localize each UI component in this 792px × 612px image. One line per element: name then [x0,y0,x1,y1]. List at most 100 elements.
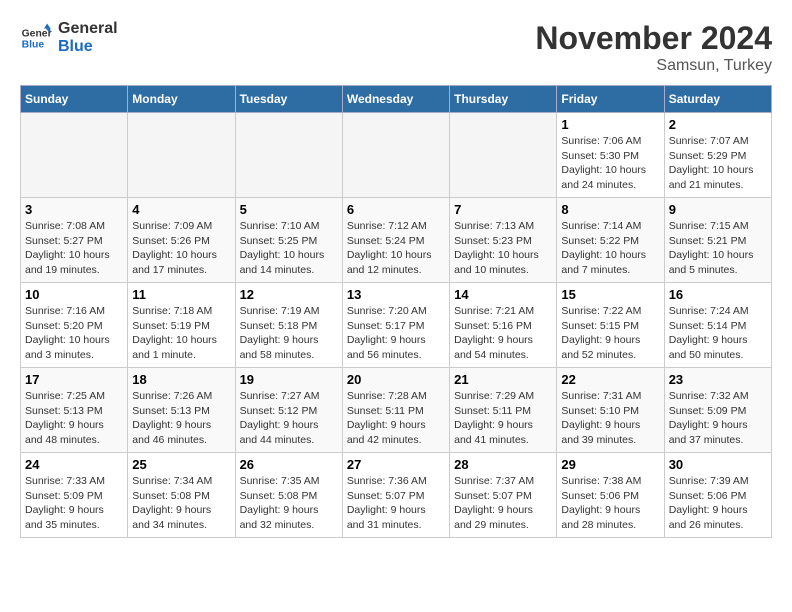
calendar-cell: 4Sunrise: 7:09 AMSunset: 5:26 PMDaylight… [128,198,235,283]
calendar-cell: 12Sunrise: 7:19 AMSunset: 5:18 PMDayligh… [235,283,342,368]
calendar-cell: 7Sunrise: 7:13 AMSunset: 5:23 PMDaylight… [450,198,557,283]
day-number: 18 [132,372,230,387]
day-info: Sunrise: 7:35 AMSunset: 5:08 PMDaylight:… [240,474,338,533]
calendar-cell [450,113,557,198]
day-info: Sunrise: 7:10 AMSunset: 5:25 PMDaylight:… [240,219,338,278]
header: General Blue General Blue November 2024 … [20,20,772,75]
calendar-cell: 1Sunrise: 7:06 AMSunset: 5:30 PMDaylight… [557,113,664,198]
day-number: 19 [240,372,338,387]
calendar-cell: 16Sunrise: 7:24 AMSunset: 5:14 PMDayligh… [664,283,771,368]
day-number: 4 [132,202,230,217]
day-info: Sunrise: 7:15 AMSunset: 5:21 PMDaylight:… [669,219,767,278]
day-info: Sunrise: 7:29 AMSunset: 5:11 PMDaylight:… [454,389,552,448]
calendar-cell: 2 Sunrise: 7:07 AMSunset: 5:29 PMDaylight… [664,113,771,198]
day-info: Sunrise: 7:25 AMSunset: 5:13 PMDaylight:… [25,389,123,448]
location-title: Samsun, Turkey [535,57,772,75]
day-number: 12 [240,287,338,302]
calendar-cell: 23Sunrise: 7:32 AMSunset: 5:09 PMDayligh… [664,368,771,453]
calendar-cell: 19 Sunrise: 7:27 AMSunset: 5:12 PMDayligh… [235,368,342,453]
day-number: 15 [561,287,659,302]
day-number: 27 [347,457,445,472]
day-number: 17 [25,372,123,387]
weekday-row: SundayMondayTuesdayWednesdayThursdayFrid… [21,86,772,113]
day-info: Sunrise: 7:21 AMSunset: 5:16 PMDaylight:… [454,304,552,363]
weekday-header-saturday: Saturday [664,86,771,113]
day-info: Sunrise: 7:27 AMSunset: 5:12 PMDaylight:… [240,389,338,448]
day-info: Sunrise: 7:20 AMSunset: 5:17 PMDaylight:… [347,304,445,363]
day-info: Sunrise: 7:26 AMSunset: 5:13 PMDaylight:… [132,389,230,448]
day-info: Sunrise: 7:37 AMSunset: 5:07 PMDaylight:… [454,474,552,533]
day-number: 8 [561,202,659,217]
day-info: Sunrise: 7:36 AMSunset: 5:07 PMDaylight:… [347,474,445,533]
calendar-cell [342,113,449,198]
day-number: 11 [132,287,230,302]
day-number: 10 [25,287,123,302]
day-number: 6 [347,202,445,217]
calendar-cell: 8 Sunrise: 7:14 AMSunset: 5:22 PMDaylight… [557,198,664,283]
calendar-cell: 15 Sunrise: 7:22 AMSunset: 5:15 PMDayligh… [557,283,664,368]
day-info: Sunrise: 7:13 AMSunset: 5:23 PMDaylight:… [454,219,552,278]
calendar-cell [128,113,235,198]
day-number: 30 [669,457,767,472]
day-number: 24 [25,457,123,472]
day-info: Sunrise: 7:32 AMSunset: 5:09 PMDaylight:… [669,389,767,448]
logo-blue: Blue [58,38,118,56]
day-info: Sunrise: 7:07 AMSunset: 5:29 PMDaylight:… [669,134,767,193]
day-number: 21 [454,372,552,387]
day-info: Sunrise: 7:38 AMSunset: 5:06 PMDaylight:… [561,474,659,533]
title-area: November 2024 Samsun, Turkey [535,20,772,75]
weekday-header-tuesday: Tuesday [235,86,342,113]
calendar-cell: 9 Sunrise: 7:15 AMSunset: 5:21 PMDaylight… [664,198,771,283]
calendar-cell: 3Sunrise: 7:08 AMSunset: 5:27 PMDaylight… [21,198,128,283]
day-info: Sunrise: 7:22 AMSunset: 5:15 PMDaylight:… [561,304,659,363]
calendar-cell: 5 Sunrise: 7:10 AMSunset: 5:25 PMDaylight… [235,198,342,283]
day-number: 2 [669,117,767,132]
day-number: 13 [347,287,445,302]
day-number: 5 [240,202,338,217]
week-row-5: 24 Sunrise: 7:33 AMSunset: 5:09 PMDayligh… [21,453,772,538]
day-info: Sunrise: 7:31 AMSunset: 5:10 PMDaylight:… [561,389,659,448]
calendar-cell [21,113,128,198]
day-info: Sunrise: 7:39 AMSunset: 5:06 PMDaylight:… [669,474,767,533]
calendar-cell: 24 Sunrise: 7:33 AMSunset: 5:09 PMDayligh… [21,453,128,538]
calendar-cell: 21 Sunrise: 7:29 AMSunset: 5:11 PMDayligh… [450,368,557,453]
day-number: 9 [669,202,767,217]
calendar-cell [235,113,342,198]
calendar-cell: 10 Sunrise: 7:16 AMSunset: 5:20 PMDayligh… [21,283,128,368]
day-number: 28 [454,457,552,472]
logo-icon: General Blue [20,22,52,54]
day-number: 26 [240,457,338,472]
day-info: Sunrise: 7:34 AMSunset: 5:08 PMDaylight:… [132,474,230,533]
calendar-cell: 17 Sunrise: 7:25 AMSunset: 5:13 PMDayligh… [21,368,128,453]
day-info: Sunrise: 7:24 AMSunset: 5:14 PMDaylight:… [669,304,767,363]
calendar-cell: 22Sunrise: 7:31 AMSunset: 5:10 PMDayligh… [557,368,664,453]
month-title: November 2024 [535,20,772,57]
week-row-1: 1Sunrise: 7:06 AMSunset: 5:30 PMDaylight… [21,113,772,198]
calendar-cell: 30 Sunrise: 7:39 AMSunset: 5:06 PMDayligh… [664,453,771,538]
day-info: Sunrise: 7:18 AMSunset: 5:19 PMDaylight:… [132,304,230,363]
calendar-cell: 28 Sunrise: 7:37 AMSunset: 5:07 PMDayligh… [450,453,557,538]
calendar-cell: 18 Sunrise: 7:26 AMSunset: 5:13 PMDayligh… [128,368,235,453]
day-info: Sunrise: 7:12 AMSunset: 5:24 PMDaylight:… [347,219,445,278]
day-number: 29 [561,457,659,472]
week-row-3: 10 Sunrise: 7:16 AMSunset: 5:20 PMDayligh… [21,283,772,368]
calendar-header: SundayMondayTuesdayWednesdayThursdayFrid… [21,86,772,113]
day-info: Sunrise: 7:14 AMSunset: 5:22 PMDaylight:… [561,219,659,278]
day-info: Sunrise: 7:16 AMSunset: 5:20 PMDaylight:… [25,304,123,363]
calendar-table: SundayMondayTuesdayWednesdayThursdayFrid… [20,85,772,538]
day-number: 14 [454,287,552,302]
calendar-cell: 26 Sunrise: 7:35 AMSunset: 5:08 PMDayligh… [235,453,342,538]
day-info: Sunrise: 7:33 AMSunset: 5:09 PMDaylight:… [25,474,123,533]
weekday-header-thursday: Thursday [450,86,557,113]
day-number: 20 [347,372,445,387]
day-info: Sunrise: 7:28 AMSunset: 5:11 PMDaylight:… [347,389,445,448]
week-row-4: 17 Sunrise: 7:25 AMSunset: 5:13 PMDayligh… [21,368,772,453]
day-number: 25 [132,457,230,472]
day-number: 3 [25,202,123,217]
weekday-header-monday: Monday [128,86,235,113]
logo: General Blue General Blue [20,20,118,55]
calendar-cell: 14 Sunrise: 7:21 AMSunset: 5:16 PMDayligh… [450,283,557,368]
calendar-cell: 11 Sunrise: 7:18 AMSunset: 5:19 PMDayligh… [128,283,235,368]
weekday-header-friday: Friday [557,86,664,113]
weekday-header-wednesday: Wednesday [342,86,449,113]
